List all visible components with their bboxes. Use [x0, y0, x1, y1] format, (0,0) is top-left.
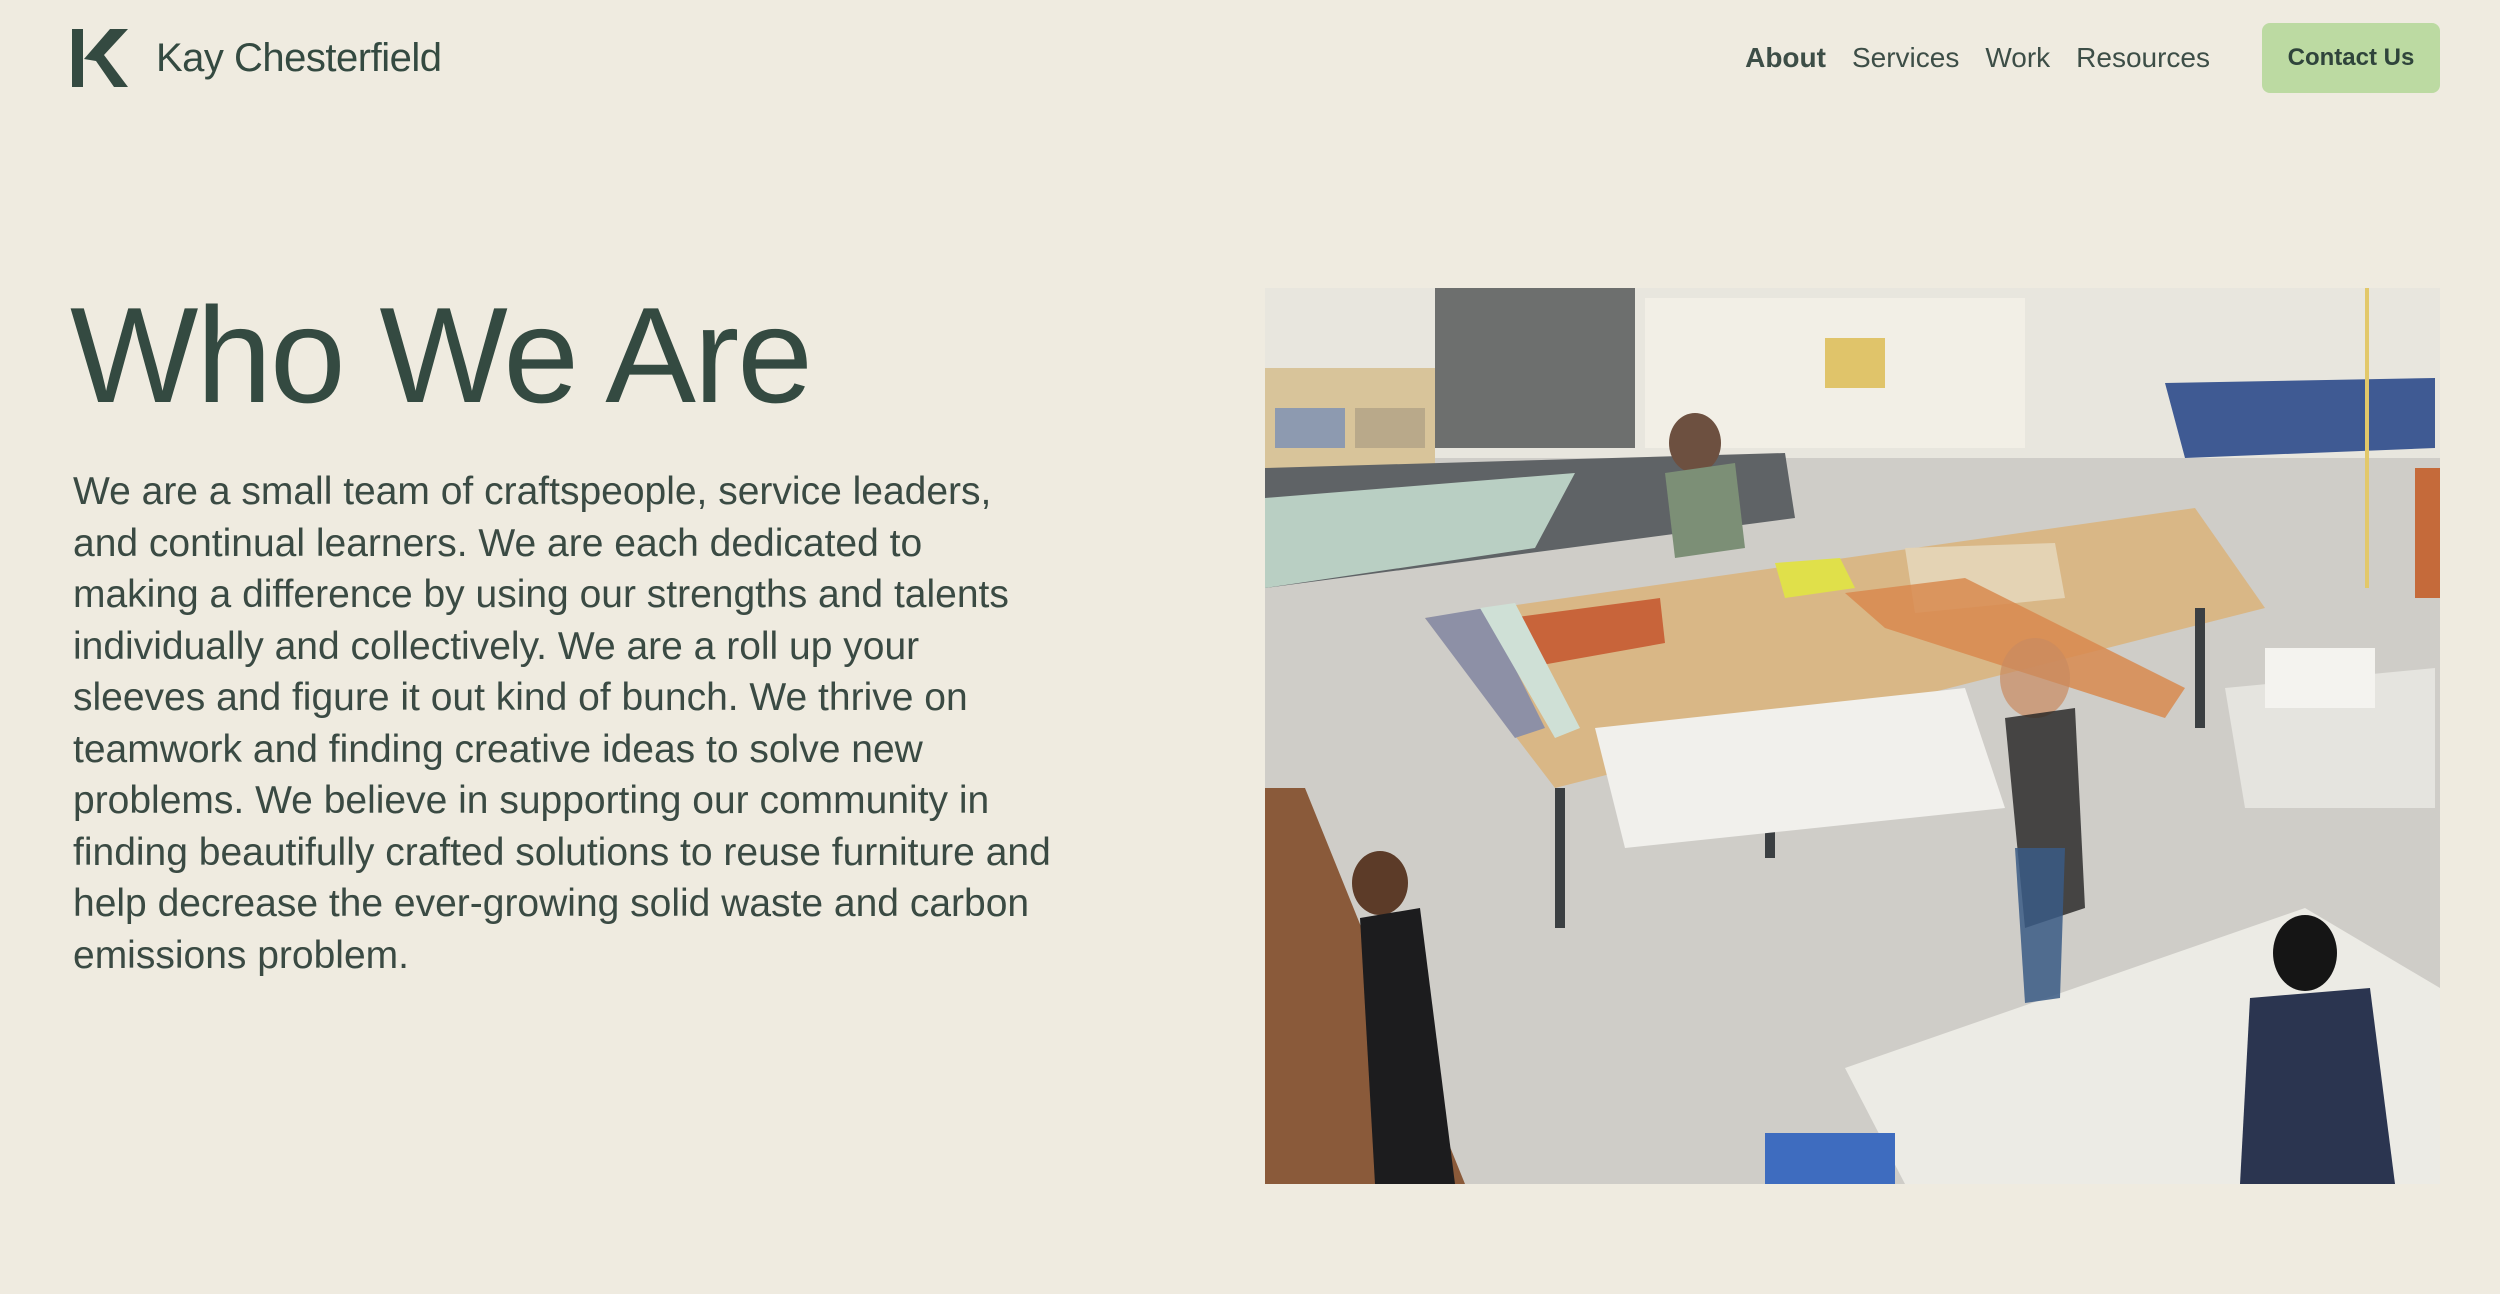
workshop-illustration — [1265, 288, 2440, 1184]
kc-monogram-icon — [72, 29, 128, 87]
nav-item-resources[interactable]: Resources — [2076, 42, 2210, 74]
nav-item-services[interactable]: Services — [1852, 42, 1959, 74]
intro-paragraph: We are a small team of craftspeople, ser… — [73, 470, 1051, 977]
brand-name: Kay Chesterfield — [156, 35, 442, 80]
nav-item-about[interactable]: About — [1745, 42, 1826, 74]
page: Kay Chesterfield About Services Work Res… — [0, 0, 2500, 1294]
workshop-photo — [1265, 288, 2440, 1184]
brand[interactable]: Kay Chesterfield — [72, 29, 442, 87]
main-nav: About Services Work Resources Contact Us — [1745, 23, 2440, 93]
page-title: Who We Are — [70, 279, 813, 431]
contact-us-button[interactable]: Contact Us — [2262, 23, 2440, 93]
site-header: Kay Chesterfield About Services Work Res… — [72, 22, 2440, 94]
nav-item-work[interactable]: Work — [1985, 42, 2050, 74]
